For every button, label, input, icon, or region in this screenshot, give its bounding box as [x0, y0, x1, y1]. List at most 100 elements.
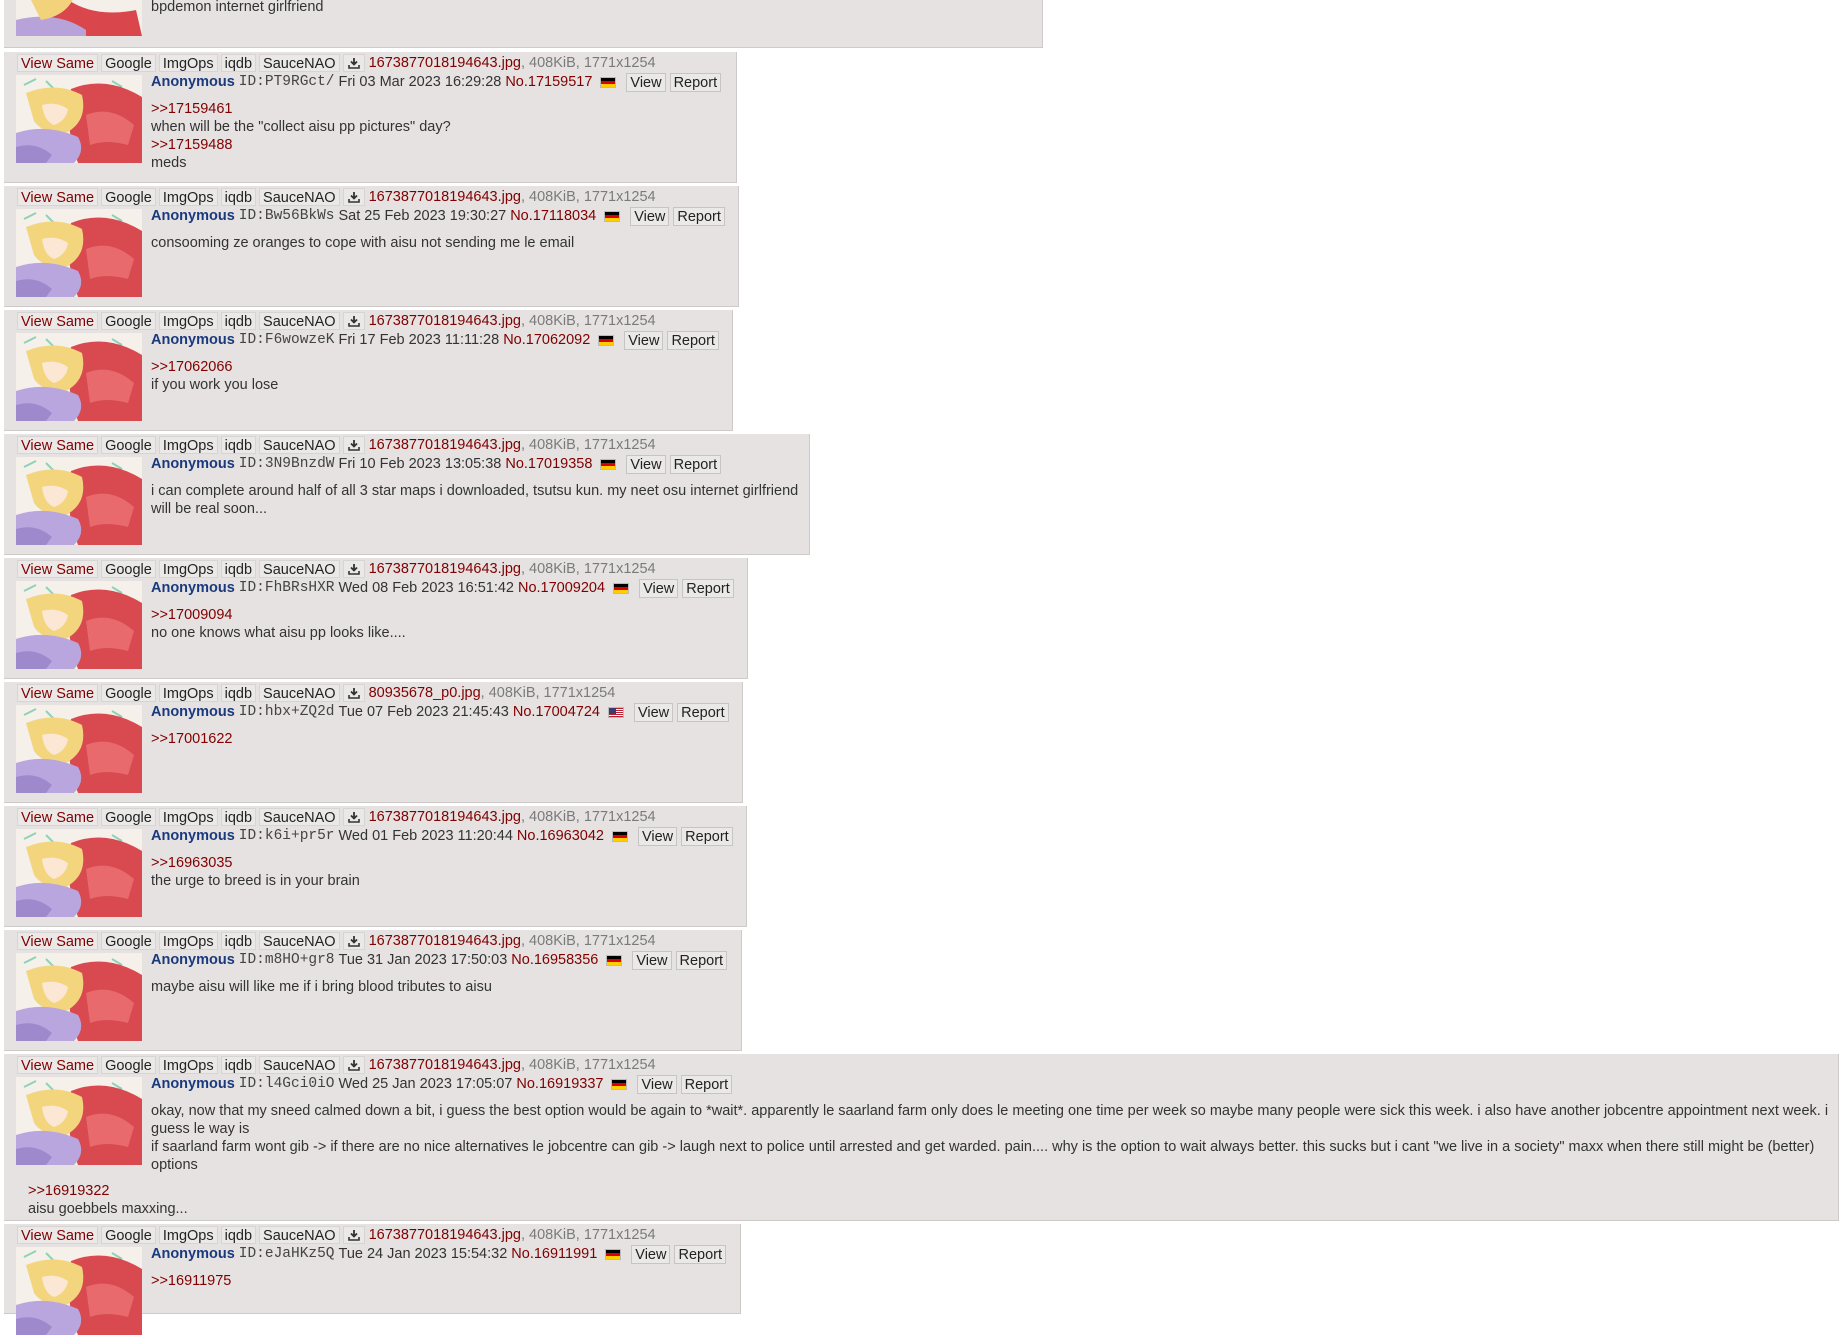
iqdb-link[interactable]: iqdb	[220, 1056, 257, 1074]
iqdb-link[interactable]: iqdb	[220, 1226, 257, 1244]
file-name-link[interactable]: 1673877018194643.jpg	[369, 313, 521, 329]
view-button[interactable]: View	[637, 826, 678, 846]
download-icon[interactable]	[342, 312, 365, 330]
view-same-link[interactable]: View Same	[17, 54, 99, 72]
imgops-link[interactable]: ImgOps	[158, 436, 218, 454]
iqdb-link[interactable]: iqdb	[220, 54, 257, 72]
report-button[interactable]: Report	[673, 206, 725, 226]
iqdb-link[interactable]: iqdb	[220, 312, 257, 330]
view-same-link[interactable]: View Same	[17, 684, 99, 702]
download-icon[interactable]	[342, 560, 365, 578]
poster-id[interactable]: ID:m8HO+gr8	[239, 952, 335, 968]
view-button[interactable]: View	[632, 950, 672, 970]
report-button[interactable]: Report	[675, 950, 728, 970]
iqdb-link[interactable]: iqdb	[220, 932, 257, 950]
post-number-link[interactable]: No.17118034	[510, 208, 596, 224]
file-name-link[interactable]: 80935678_p0.jpg	[369, 685, 481, 701]
quote-link[interactable]: >>17159488	[151, 136, 728, 154]
saucenao-link[interactable]: SauceNAO	[259, 54, 340, 72]
view-button[interactable]: View	[626, 72, 666, 92]
poster-id[interactable]: ID:F6wowzeK	[239, 332, 335, 348]
google-link[interactable]: Google	[101, 54, 156, 72]
report-button[interactable]: Report	[674, 1244, 726, 1264]
post-thumbnail[interactable]	[16, 581, 142, 669]
view-button[interactable]: View	[631, 1244, 671, 1264]
google-link[interactable]: Google	[101, 932, 156, 950]
imgops-link[interactable]: ImgOps	[158, 1056, 218, 1074]
post-thumbnail[interactable]	[16, 457, 142, 545]
post-number-link[interactable]: No.16963042	[517, 828, 604, 844]
post-number-link[interactable]: No.16958356	[511, 952, 598, 968]
imgops-link[interactable]: ImgOps	[158, 808, 218, 826]
quote-link[interactable]: >>17159461	[151, 100, 728, 118]
quote-link[interactable]: >>17001622	[151, 730, 734, 748]
view-same-link[interactable]: View Same	[17, 808, 99, 826]
post-number-link[interactable]: No.17004724	[513, 704, 600, 720]
file-name-link[interactable]: 1673877018194643.jpg	[369, 189, 521, 205]
imgops-link[interactable]: ImgOps	[158, 560, 218, 578]
download-icon[interactable]	[342, 1226, 365, 1244]
download-icon[interactable]	[342, 1056, 365, 1074]
report-button[interactable]: Report	[680, 1074, 733, 1094]
iqdb-link[interactable]: iqdb	[220, 684, 257, 702]
download-icon[interactable]	[342, 684, 365, 702]
saucenao-link[interactable]: SauceNAO	[259, 932, 340, 950]
google-link[interactable]: Google	[101, 1226, 156, 1244]
file-name-link[interactable]: 1673877018194643.jpg	[369, 561, 521, 577]
saucenao-link[interactable]: SauceNAO	[259, 188, 340, 206]
view-button[interactable]: View	[624, 330, 664, 350]
imgops-link[interactable]: ImgOps	[158, 188, 218, 206]
poster-id[interactable]: ID:PT9RGct/	[239, 74, 335, 90]
file-name-link[interactable]: 1673877018194643.jpg	[369, 55, 521, 71]
google-link[interactable]: Google	[101, 312, 156, 330]
download-icon[interactable]	[342, 808, 365, 826]
view-same-link[interactable]: View Same	[17, 932, 99, 950]
file-name-link[interactable]: 1673877018194643.jpg	[369, 1227, 521, 1243]
post-number-link[interactable]: No.16911991	[511, 1246, 597, 1262]
imgops-link[interactable]: ImgOps	[158, 1226, 218, 1244]
quote-link[interactable]: >>17009094	[151, 606, 739, 624]
poster-id[interactable]: ID:l4Gci0iO	[239, 1076, 335, 1092]
imgops-link[interactable]: ImgOps	[158, 932, 218, 950]
view-same-link[interactable]: View Same	[17, 560, 99, 578]
post-thumbnail[interactable]	[16, 953, 142, 1041]
post-thumbnail[interactable]	[16, 333, 142, 421]
iqdb-link[interactable]: iqdb	[220, 808, 257, 826]
imgops-link[interactable]: ImgOps	[158, 684, 218, 702]
download-icon[interactable]	[342, 436, 365, 454]
view-button[interactable]: View	[626, 454, 666, 474]
quote-link[interactable]: >>16911975	[151, 1272, 732, 1290]
download-icon[interactable]	[342, 932, 365, 950]
google-link[interactable]: Google	[101, 1056, 156, 1074]
poster-id[interactable]: ID:3N9BnzdW	[239, 456, 335, 472]
post-number-link[interactable]: No.17019358	[505, 456, 592, 472]
post-thumbnail[interactable]	[16, 1247, 142, 1335]
post-number-link[interactable]: No.16919337	[516, 1076, 603, 1092]
file-name-link[interactable]: 1673877018194643.jpg	[369, 809, 521, 825]
view-same-link[interactable]: View Same	[17, 1056, 99, 1074]
saucenao-link[interactable]: SauceNAO	[259, 436, 340, 454]
poster-id[interactable]: ID:eJaHKz5Q	[239, 1246, 335, 1262]
saucenao-link[interactable]: SauceNAO	[259, 1226, 340, 1244]
file-name-link[interactable]: 1673877018194643.jpg	[369, 1057, 521, 1073]
poster-id[interactable]: ID:hbx+ZQ2d	[239, 704, 335, 720]
view-button[interactable]: View	[639, 578, 679, 598]
view-button[interactable]: View	[630, 206, 670, 226]
file-name-link[interactable]: 1673877018194643.jpg	[369, 933, 521, 949]
post-number-link[interactable]: No.17062092	[503, 332, 590, 348]
google-link[interactable]: Google	[101, 808, 156, 826]
quote-link[interactable]: >>16963035	[151, 854, 738, 872]
saucenao-link[interactable]: SauceNAO	[259, 560, 340, 578]
quote-link[interactable]: >>16919322	[28, 1182, 188, 1200]
file-name-link[interactable]: 1673877018194643.jpg	[369, 437, 521, 453]
post-thumbnail[interactable]	[16, 75, 142, 163]
post-number-link[interactable]: No.17009204	[518, 580, 605, 596]
report-button[interactable]: Report	[681, 826, 733, 846]
saucenao-link[interactable]: SauceNAO	[259, 1056, 340, 1074]
post-thumbnail[interactable]	[16, 705, 142, 793]
post-thumbnail[interactable]	[16, 829, 142, 917]
google-link[interactable]: Google	[101, 560, 156, 578]
google-link[interactable]: Google	[101, 684, 156, 702]
saucenao-link[interactable]: SauceNAO	[259, 312, 340, 330]
quote-link[interactable]: >>17062066	[151, 358, 724, 376]
